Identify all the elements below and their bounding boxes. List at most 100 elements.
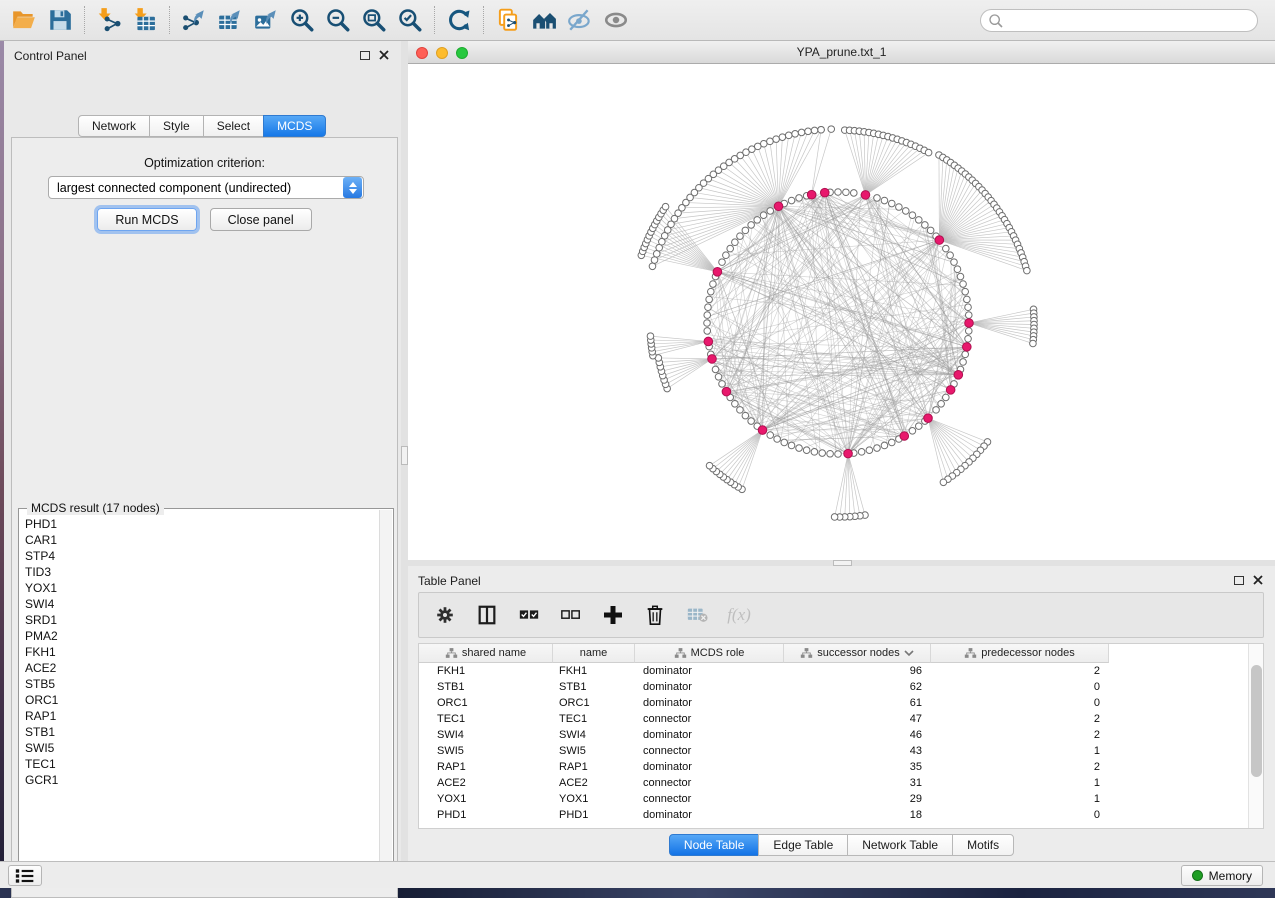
cell-predecessor-nodes[interactable]: 1 — [931, 743, 1109, 759]
graph-mcds-hub-node[interactable] — [954, 371, 963, 380]
graph-node[interactable] — [962, 288, 969, 295]
table-row[interactable]: ORC1ORC1dominator610 — [419, 695, 1109, 711]
mcds-result-item[interactable]: TID3 — [25, 564, 377, 580]
cell-name[interactable]: STB1 — [553, 679, 635, 695]
cell-shared-name[interactable]: FKH1 — [419, 663, 553, 679]
graph-mcds-hub-node[interactable] — [758, 426, 767, 435]
graph-mcds-hub-node[interactable] — [935, 236, 944, 245]
graph-leaf-node[interactable] — [940, 479, 947, 486]
graph-node[interactable] — [748, 418, 755, 425]
graph-node[interactable] — [819, 450, 826, 457]
graph-node[interactable] — [742, 227, 749, 234]
graph-node[interactable] — [909, 428, 916, 435]
cell-name[interactable]: TEC1 — [553, 711, 635, 727]
graph-mcds-hub-node[interactable] — [844, 449, 853, 458]
cell-shared-name[interactable]: STB1 — [419, 679, 553, 695]
mcds-result-item[interactable]: TEC1 — [25, 756, 377, 772]
show-hide-columns-button[interactable] — [473, 599, 501, 631]
graph-leaf-node[interactable] — [779, 134, 786, 141]
cell-successor-nodes[interactable]: 61 — [784, 695, 931, 711]
mcds-result-item[interactable]: SRD1 — [25, 612, 377, 628]
mcds-result-item[interactable]: STB5 — [25, 676, 377, 692]
cell-predecessor-nodes[interactable]: 1 — [931, 791, 1109, 807]
graph-node[interactable] — [719, 259, 726, 266]
graph-node[interactable] — [774, 436, 781, 443]
cell-name[interactable]: ACE2 — [553, 775, 635, 791]
graph-node[interactable] — [957, 273, 964, 280]
cell-MCDS-role[interactable]: dominator — [635, 695, 784, 711]
close-panel-button[interactable]: Close panel — [210, 208, 312, 231]
graph-node[interactable] — [760, 212, 767, 219]
graph-node[interactable] — [796, 445, 803, 452]
tab-node-table[interactable]: Node Table — [669, 834, 760, 856]
graph-mcds-hub-node[interactable] — [722, 387, 731, 396]
graph-node[interactable] — [781, 439, 788, 446]
mcds-result-item[interactable]: ACE2 — [25, 660, 377, 676]
graph-leaf-node[interactable] — [792, 130, 799, 137]
graph-leaf-node[interactable] — [805, 128, 812, 135]
graph-node[interactable] — [922, 222, 929, 229]
cell-successor-nodes[interactable]: 43 — [784, 743, 931, 759]
graph-node[interactable] — [788, 442, 795, 449]
cell-successor-nodes[interactable]: 29 — [784, 791, 931, 807]
graph-node[interactable] — [835, 451, 842, 458]
search-input[interactable] — [1004, 14, 1257, 28]
graph-mcds-hub-node[interactable] — [820, 188, 829, 197]
apply-preferred-layout-button[interactable] — [441, 3, 477, 37]
cell-MCDS-role[interactable]: connector — [635, 791, 784, 807]
graph-node[interactable] — [965, 312, 972, 319]
cell-shared-name[interactable]: ACE2 — [419, 775, 553, 791]
graph-node[interactable] — [796, 195, 803, 202]
cell-MCDS-role[interactable]: connector — [635, 711, 784, 727]
graph-leaf-node[interactable] — [798, 129, 805, 136]
graph-leaf-node[interactable] — [773, 136, 780, 143]
graph-node[interactable] — [748, 222, 755, 229]
table-row[interactable]: YOX1YOX1connector291 — [419, 791, 1109, 807]
graph-node[interactable] — [710, 281, 717, 288]
column-header-shared-name[interactable]: shared name — [419, 644, 553, 663]
export-network-button[interactable] — [176, 3, 212, 37]
cell-predecessor-nodes[interactable]: 2 — [931, 711, 1109, 727]
graph-node[interactable] — [723, 252, 730, 259]
graph-node[interactable] — [962, 351, 969, 358]
graph-node[interactable] — [888, 200, 895, 207]
graph-node[interactable] — [858, 449, 865, 456]
graph-node[interactable] — [965, 335, 972, 342]
graph-leaf-node[interactable] — [831, 514, 838, 521]
cell-successor-nodes[interactable]: 96 — [784, 663, 931, 679]
graph-node[interactable] — [719, 381, 726, 388]
column-header-predecessor-nodes[interactable]: predecessor nodes — [931, 644, 1109, 663]
cell-successor-nodes[interactable]: 18 — [784, 807, 931, 823]
cell-MCDS-role[interactable]: connector — [635, 775, 784, 791]
graph-node[interactable] — [737, 407, 744, 414]
scrollbar-thumb[interactable] — [1251, 665, 1262, 777]
export-image-button[interactable] — [248, 3, 284, 37]
table-mode-button[interactable] — [431, 599, 459, 631]
mcds-result-item[interactable]: ORC1 — [25, 692, 377, 708]
tab-select[interactable]: Select — [203, 115, 264, 137]
graph-mcds-hub-node[interactable] — [807, 190, 816, 199]
graph-node[interactable] — [843, 189, 850, 196]
graph-node[interactable] — [874, 445, 881, 452]
table-row[interactable]: SWI4SWI4dominator462 — [419, 727, 1109, 743]
task-history-button[interactable] — [8, 865, 42, 886]
cell-shared-name[interactable]: TEC1 — [419, 711, 553, 727]
graph-node[interactable] — [881, 197, 888, 204]
graph-node[interactable] — [715, 373, 722, 380]
tab-motifs[interactable]: Motifs — [952, 834, 1014, 856]
import-network-button[interactable] — [91, 3, 127, 37]
cell-MCDS-role[interactable]: dominator — [635, 759, 784, 775]
graph-node[interactable] — [803, 447, 810, 454]
graph-node[interactable] — [951, 259, 958, 266]
tab-style[interactable]: Style — [149, 115, 204, 137]
cell-name[interactable]: FKH1 — [553, 663, 635, 679]
search-box[interactable] — [980, 9, 1258, 32]
graph-node[interactable] — [960, 281, 967, 288]
cell-successor-nodes[interactable]: 46 — [784, 727, 931, 743]
mcds-list-scrollbar[interactable] — [379, 510, 392, 876]
select-all-button[interactable] — [515, 599, 543, 631]
graph-leaf-node[interactable] — [828, 126, 835, 133]
zoom-out-button[interactable] — [320, 3, 356, 37]
cell-shared-name[interactable]: SWI5 — [419, 743, 553, 759]
graph-node[interactable] — [902, 208, 909, 215]
